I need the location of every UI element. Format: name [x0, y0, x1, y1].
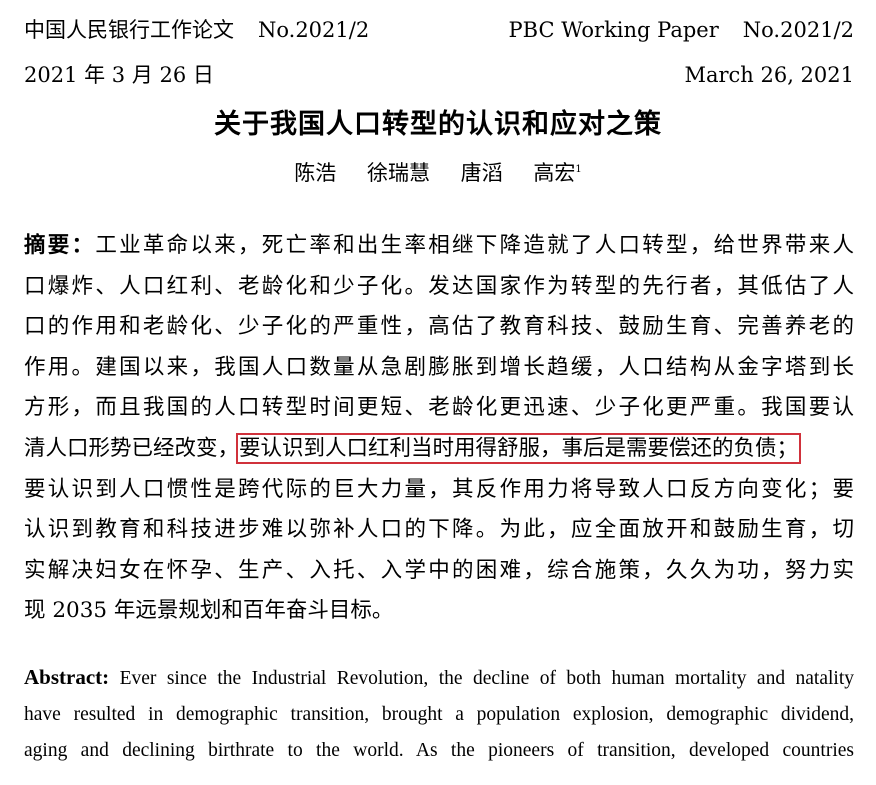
series-name-en: PBC Working Paper: [508, 18, 719, 42]
header-left: 中国人民银行工作论文 No.2021/2: [24, 14, 369, 44]
abstract-cn-line: 清人口形势已经改变，要认识到人口红利当时用得舒服，事后是需要偿还的负债；: [24, 432, 802, 464]
abstract-cn: 摘要：工业革命以来，死亡率和出生率相继下降造就了人口转型，给世界带来人 口爆炸、…: [24, 226, 854, 632]
running-header: 中国人民银行工作论文 No.2021/2 PBC Working Paper No.…: [24, 14, 854, 44]
abstract-cn-line: 方形，而且我国的人口转型时间更短、老龄化更迅速、少子化更严重。我国要认: [24, 395, 854, 421]
series-name-cn: 中国人民银行工作论文: [24, 18, 234, 42]
abstract-en-line: have resulted in demographic transition,…: [24, 704, 854, 725]
abstract-cn-label: 摘要：: [24, 233, 96, 258]
abstract-cn-line: 口爆炸、人口红利、老龄化和少子化。发达国家作为转型的先行者，其低估了人: [24, 273, 854, 299]
author-name: 高宏1: [533, 161, 582, 185]
abstract-cn-line: 口的作用和老龄化、少子化的严重性，高估了教育科技、鼓励生育、完善养老的: [24, 314, 854, 340]
abstract-cn-line: 现 2035 年远景规划和百年奋斗目标。: [24, 598, 394, 624]
highlighted-sentence: 要认识到人口红利当时用得舒服，事后是需要偿还的负债；: [236, 432, 802, 464]
abstract-en-line: aging and declining birthrate to the wor…: [24, 740, 854, 761]
abstract-en-line: Abstract: Ever since the Industrial Revo…: [24, 665, 854, 689]
abstract-cn-line: 认识到教育和科技进步难以弥补人口的下降。为此，应全面放开和鼓励生育，切: [24, 517, 854, 543]
abstract-cn-line: 要认识到人口惯性是跨代际的巨大力量，其反作用力将导致人口反方向变化；要: [24, 476, 854, 502]
author-footnote-marker: 1: [575, 164, 582, 175]
date-en: March 26, 2021: [684, 63, 854, 87]
paper-number-left: No.2021/2: [258, 18, 370, 42]
paper-title: 关于我国人口转型的认识和应对之策: [214, 109, 662, 140]
date-cn: 2021 年 3 月 26 日: [24, 63, 214, 87]
abstract-en-label: Abstract:: [24, 665, 110, 689]
author-list: 陈浩 徐瑞慧 唐滔 高宏1: [0, 157, 876, 187]
abstract-cn-line: 实解决妇女在怀孕、生产、入托、入学中的困难，综合施策，久久为功，努力实: [24, 557, 854, 583]
author-name: 唐滔: [460, 161, 503, 185]
abstract-en: Abstract: Ever since the Industrial Revo…: [24, 659, 854, 769]
abstract-cn-line: 摘要：工业革命以来，死亡率和出生率相继下降造就了人口转型，给世界带来人: [24, 233, 854, 258]
author-name: 陈浩: [294, 161, 337, 185]
paper-number-right: No.2021/2: [742, 18, 854, 42]
date-row: 2021 年 3 月 26 日 March 26, 2021: [24, 59, 854, 89]
header-right: PBC Working Paper No.2021/2: [509, 18, 854, 42]
abstract-cn-line: 作用。建国以来，我国人口数量从急剧膨胀到增长趋缓，人口结构从金字塔到长: [24, 354, 854, 380]
author-name: 徐瑞慧: [366, 161, 430, 185]
